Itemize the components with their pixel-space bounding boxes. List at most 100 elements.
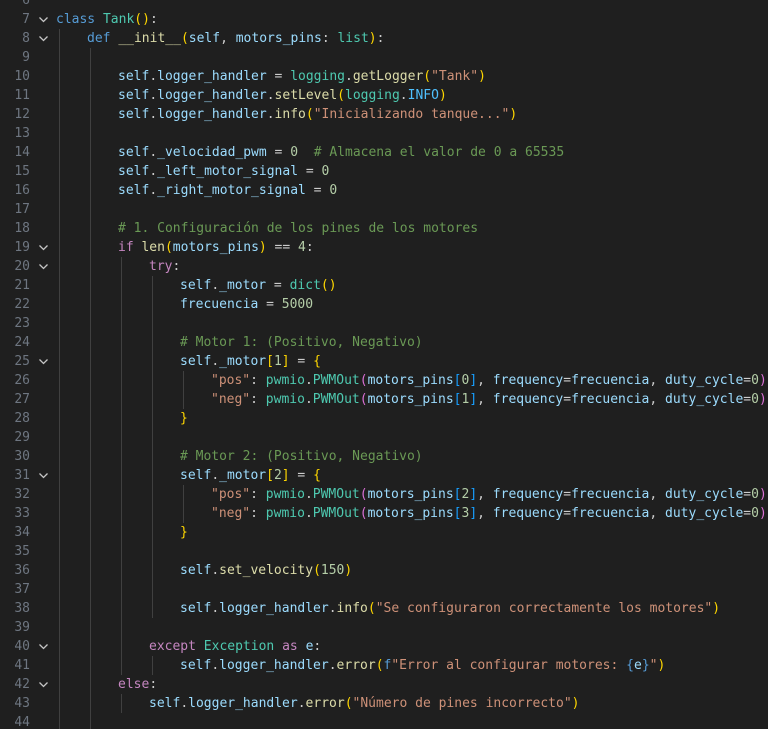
code-line[interactable]: 33 "neg": pwmio.PWMOut(motors_pins[3], fr… bbox=[0, 504, 768, 523]
chevron-down-icon[interactable] bbox=[36, 352, 50, 371]
code-line[interactable]: 13 bbox=[0, 124, 768, 143]
code-token: . bbox=[211, 354, 220, 369]
indent-guide bbox=[90, 542, 91, 561]
code-line[interactable]: 34} bbox=[0, 523, 768, 542]
code-text: self.logger_handler.error("Número de pin… bbox=[149, 694, 580, 713]
code-line[interactable]: 41 self.logger_handler.error(f"Error al c… bbox=[0, 656, 768, 675]
line-number: 38 bbox=[14, 601, 30, 616]
line-number: 33 bbox=[14, 506, 30, 521]
code-token: : bbox=[250, 373, 266, 388]
code-line[interactable]: 28} bbox=[0, 409, 768, 428]
code-line[interactable]: 29 bbox=[0, 428, 768, 447]
code-token: as bbox=[282, 639, 298, 654]
code-token: dict bbox=[289, 278, 321, 293]
code-text: self._motor[1] = { bbox=[180, 352, 321, 371]
code-token: frequency bbox=[492, 506, 564, 521]
code-line[interactable]: 24 # Motor 1: (Positivo, Negativo) bbox=[0, 333, 768, 352]
code-line[interactable]: 26 "pos": pwmio.PWMOut(motors_pins[0], fr… bbox=[0, 371, 768, 390]
code-token: ) bbox=[758, 373, 767, 388]
code-token: ] bbox=[281, 468, 290, 483]
indent-guide bbox=[121, 504, 122, 523]
code-token: _velocidad_pwm bbox=[157, 145, 267, 160]
code-token: pwmio bbox=[265, 373, 305, 388]
code-line[interactable]: 14 self._velocidad_pwm = 0 # Almacena el … bbox=[0, 143, 768, 162]
line-number: 18 bbox=[14, 221, 30, 236]
line-number: 28 bbox=[14, 411, 30, 426]
code-token: ] bbox=[469, 506, 478, 521]
code-token: "pos" bbox=[211, 487, 251, 502]
code-line[interactable]: 25 self._motor[1] = { bbox=[0, 352, 768, 371]
indent-guide bbox=[90, 656, 91, 675]
code-line[interactable]: 31 self._motor[2] = { bbox=[0, 466, 768, 485]
code-text: self._right_motor_signal = 0 bbox=[118, 181, 337, 200]
code-line[interactable]: 30 # Motor 2: (Positivo, Negativo) bbox=[0, 447, 768, 466]
chevron-down-icon[interactable] bbox=[36, 637, 50, 656]
code-line[interactable]: 17 bbox=[0, 200, 768, 219]
indent-guide bbox=[121, 542, 122, 561]
code-line[interactable]: 16 self._right_motor_signal = 0 bbox=[0, 181, 768, 200]
code-line[interactable]: 15 self._left_motor_signal = 0 bbox=[0, 162, 768, 181]
code-token: pwmio bbox=[265, 487, 305, 502]
chevron-down-icon[interactable] bbox=[36, 675, 50, 694]
code-line[interactable]: 7 class Tank(): bbox=[0, 10, 768, 29]
chevron-down-icon[interactable] bbox=[36, 29, 50, 48]
code-line[interactable]: 37 bbox=[0, 580, 768, 599]
code-line[interactable]: 22 frecuencia = 5000 bbox=[0, 295, 768, 314]
chevron-down-icon[interactable] bbox=[36, 257, 50, 276]
code-line[interactable]: 43 self.logger_handler.error("Número de p… bbox=[0, 694, 768, 713]
code-token: logger_handler bbox=[157, 88, 267, 103]
chevron-down-icon[interactable] bbox=[36, 466, 50, 485]
code-token: # Almacena el valor de 0 a 65535 bbox=[313, 145, 565, 160]
code-line[interactable]: 40 except Exception as e: bbox=[0, 637, 768, 656]
code-line[interactable]: 39 bbox=[0, 618, 768, 637]
code-token: = bbox=[289, 468, 314, 483]
code-line[interactable]: 32 "pos": pwmio.PWMOut(motors_pins[2], fr… bbox=[0, 485, 768, 504]
code-token: . bbox=[399, 88, 408, 103]
code-line[interactable]: 38 self.logger_handler.info("Se configura… bbox=[0, 599, 768, 618]
indent-guide bbox=[152, 390, 153, 409]
code-token: ) bbox=[478, 69, 486, 84]
code-line[interactable]: 20 try: bbox=[0, 257, 768, 276]
code-line[interactable]: 23 bbox=[0, 314, 768, 333]
code-line[interactable]: 42 else: bbox=[0, 675, 768, 694]
code-line[interactable]: 19 if len(motors_pins) == 4: bbox=[0, 238, 768, 257]
indent-guide bbox=[152, 352, 153, 371]
code-editor[interactable]: 6 7 class Tank(): 8 def __init__(self, motor… bbox=[0, 0, 768, 729]
code-line[interactable]: 6 bbox=[0, 0, 768, 10]
chevron-down-icon[interactable] bbox=[36, 238, 50, 257]
code-line[interactable]: 12 self.logger_handler.info("Inicializand… bbox=[0, 105, 768, 124]
code-token: logging bbox=[290, 69, 345, 84]
code-line[interactable]: 8 def __init__(self, motors_pins: list): bbox=[0, 29, 768, 48]
line-number: 35 bbox=[14, 544, 30, 559]
code-token: self bbox=[118, 69, 150, 84]
code-line[interactable]: 27 "neg": pwmio.PWMOut(motors_pins[1], fr… bbox=[0, 390, 768, 409]
code-token: = bbox=[563, 506, 572, 521]
code-token: motors_pins bbox=[367, 392, 454, 407]
code-token: , bbox=[220, 31, 236, 46]
indent-guide bbox=[121, 523, 122, 542]
code-token: Exception bbox=[203, 639, 275, 654]
indent-guide bbox=[121, 694, 122, 713]
code-line[interactable]: 44 bbox=[0, 713, 768, 729]
code-text: self.logger_handler = logging.getLogger(… bbox=[118, 67, 486, 86]
code-text: self.logger_handler.setLevel(logging.INF… bbox=[118, 86, 447, 105]
code-token: 0 bbox=[329, 183, 338, 198]
code-token: ] bbox=[469, 487, 478, 502]
code-line[interactable]: 10 self.logger_handler = logging.getLogge… bbox=[0, 67, 768, 86]
code-line[interactable]: 11 self.logger_handler.setLevel(logging.I… bbox=[0, 86, 768, 105]
code-line[interactable]: 21 self._motor = dict() bbox=[0, 276, 768, 295]
code-token: [ bbox=[266, 354, 274, 369]
chevron-down-icon[interactable] bbox=[36, 10, 50, 29]
indent-guide bbox=[59, 485, 60, 504]
code-token: : bbox=[321, 31, 338, 46]
code-token: = bbox=[289, 354, 314, 369]
code-line[interactable]: 9 bbox=[0, 48, 768, 67]
indent-guide bbox=[59, 694, 60, 713]
code-line[interactable]: 18 # 1. Configuración de los pines de los… bbox=[0, 219, 768, 238]
code-line[interactable]: 36 self.set_velocity(150) bbox=[0, 561, 768, 580]
code-line[interactable]: 35 bbox=[0, 542, 768, 561]
code-text: frecuencia = 5000 bbox=[180, 295, 313, 314]
code-text: # Motor 2: (Positivo, Negativo) bbox=[180, 447, 423, 466]
indent-guide bbox=[152, 656, 153, 675]
line-number: 13 bbox=[14, 126, 30, 141]
